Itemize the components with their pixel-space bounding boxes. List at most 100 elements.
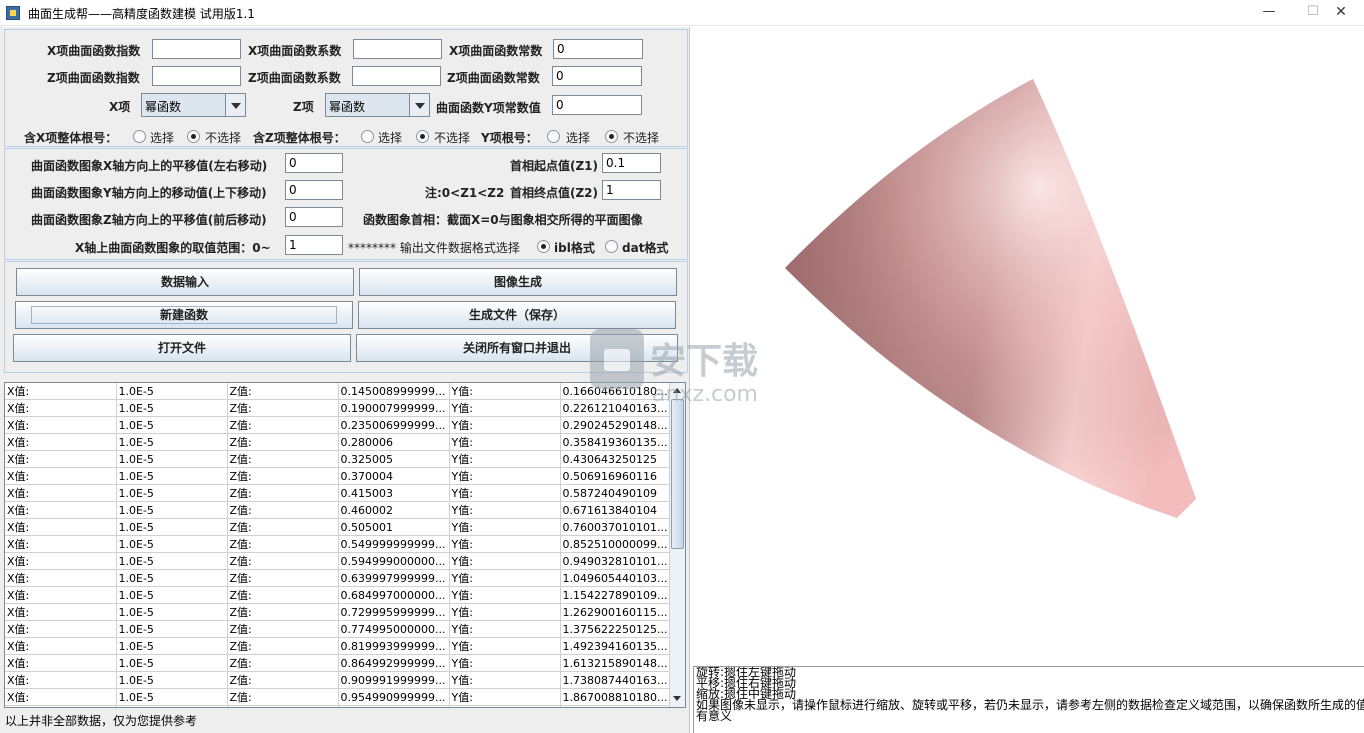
x-item-select[interactable]: 幂函数 [141, 93, 246, 117]
new-function-button[interactable]: 新建函数 [15, 301, 353, 329]
z-root-unselect-radio[interactable] [416, 130, 429, 143]
table-cell: X值: [5, 603, 117, 621]
z2-input[interactable]: 1 [602, 180, 661, 200]
format-dat-radio[interactable] [605, 240, 618, 253]
z-coef-input[interactable] [352, 66, 441, 86]
z-root-unselect-label: 不选择 [434, 131, 471, 145]
scroll-thumb[interactable] [671, 399, 684, 549]
data-input-button[interactable]: 数据输入 [16, 268, 354, 296]
z-root-select-radio[interactable] [361, 130, 374, 143]
chevron-down-icon[interactable] [225, 94, 245, 116]
table-cell: 1.154227890109... [560, 586, 672, 604]
table-row[interactable]: X值: 1.0E-5 Z值: 0.864992999999... Y值: 1.613215… [5, 654, 672, 672]
close-button[interactable]: ✕ [1318, 0, 1364, 26]
z-item-select[interactable]: 幂函数 [325, 93, 430, 117]
table-cell: Z值: [227, 484, 339, 502]
table-row[interactable]: X值: 1.0E-5 Z值: 0.280006 Y值: 0.358419360135... [5, 433, 672, 451]
table-cell: Z值: [227, 603, 339, 621]
y-shift-label: 曲面函数图象Y轴方向上的移动值(上下移动) [31, 186, 267, 200]
format-label: ******** 输出文件数据格式选择 [348, 241, 520, 255]
table-cell: Y值: [449, 535, 561, 553]
table-row[interactable]: X值: 1.0E-5 Z值: 0.774995000000... Y值: 1.375622… [5, 620, 672, 638]
table-cell: Z值: [227, 399, 339, 417]
table-scrollbar[interactable] [669, 383, 685, 707]
z-shift-input[interactable]: 0 [285, 207, 343, 227]
table-row[interactable]: X值: 1.0E-5 Z值: 0.819993999999... Y值: 1.492394… [5, 637, 672, 655]
table-cell: X值: [5, 433, 117, 451]
watermark-sub: anxz.com [652, 382, 758, 405]
table-row[interactable]: X值: 1.0E-5 Z值: 0.639997999999... Y值: 1.049605… [5, 569, 672, 587]
table-cell: 1.0E-5 [116, 620, 228, 638]
table-row[interactable]: X值: 1.0E-5 Z值: 0.190007999999... Y值: 0.226121… [5, 399, 672, 417]
table-cell: 0.864992999999... [338, 654, 450, 672]
table-row[interactable]: X值: 1.0E-5 Z值: 0.909991999999... Y值: 1.738087… [5, 671, 672, 689]
table-cell: 0.639997999999... [338, 569, 450, 587]
table-row[interactable]: X值: 1.0E-5 Z值: 0.594999000000... Y值: 0.949032… [5, 552, 672, 570]
table-cell: 1.738087440163... [560, 671, 672, 689]
table-row[interactable]: X值: 1.0E-5 Z值: 0.145008999999... Y值: 0.166046… [5, 383, 672, 400]
table-cell: X值: [5, 467, 117, 485]
z-item-value: 幂函数 [329, 100, 366, 114]
table-row[interactable]: X值: 1.0E-5 Z值: 0.460002 Y值: 0.671613840104 [5, 501, 672, 519]
table-cell: Z值: [227, 416, 339, 434]
table-cell: 0.190007999999... [338, 399, 450, 417]
table-cell: 1.049605440103... [560, 569, 672, 587]
format-ibl-radio[interactable] [537, 240, 550, 253]
y-root-unselect-radio[interactable] [605, 130, 618, 143]
z1-label: 首相起点值(Z1) [510, 159, 599, 173]
table-footnote: 以上并非全部数据，仅为您提供参考 [5, 714, 198, 728]
generate-image-label: 图像生成 [493, 275, 542, 289]
x-root-unselect-label: 不选择 [205, 131, 242, 145]
x-shift-input[interactable]: 0 [285, 153, 343, 173]
table-row[interactable]: X值: 1.0E-5 Z值: 0.325005 Y值: 0.430643250125 [5, 450, 672, 468]
data-table[interactable]: X值: 1.0E-5 Z值: 0.145008999999... Y值: 0.166046… [4, 382, 686, 708]
table-row[interactable]: X值: 1.0E-5 Z值: 0.505001 Y值: 0.760037010101... [5, 518, 672, 536]
table-cell: Y值: [449, 518, 561, 536]
app-icon [6, 6, 20, 20]
title-bar: 曲面生成帮——高精度函数建模 试用版1.1 — ☐ ✕ [0, 0, 1364, 26]
generate-image-button[interactable]: 图像生成 [359, 268, 677, 296]
z1-input[interactable]: 0.1 [602, 153, 661, 173]
x-root-select-radio[interactable] [133, 130, 146, 143]
watermark-lock-icon [604, 349, 630, 371]
data-table-body: X值: 1.0E-5 Z值: 0.145008999999... Y值: 0.166046… [5, 383, 672, 707]
table-row[interactable]: X值: 1.0E-5 Z值: 0.729995999999... Y值: 1.262900… [5, 603, 672, 621]
table-row[interactable]: X值: 1.0E-5 Z值: 0.684997000000... Y值: 1.154227… [5, 586, 672, 604]
table-cell: Y值: [449, 484, 561, 502]
z-const-input[interactable]: 0 [552, 66, 642, 86]
table-cell: X值: [5, 620, 117, 638]
surface-highlight [785, 79, 1196, 518]
x-shift-label: 曲面函数图象X轴方向上的平移值(左右移动) [31, 159, 268, 173]
hint-warning: 如果图像未显示，请操作鼠标进行缩放、旋转或平移，若仍未显示，请参考左侧的数据检查… [696, 698, 1364, 712]
scroll-down-icon[interactable] [671, 692, 684, 705]
y-const-input[interactable]: 0 [552, 95, 642, 115]
open-file-button[interactable]: 打开文件 [13, 334, 351, 362]
z-shift-label: 曲面函数图象Z轴方向上的平移值(前后移动) [31, 213, 267, 227]
x-root-unselect-radio[interactable] [187, 130, 200, 143]
table-cell: 1.0E-5 [116, 416, 228, 434]
chevron-down-icon[interactable] [409, 94, 429, 116]
range-input[interactable]: 1 [285, 235, 343, 255]
x-coef-input[interactable] [353, 39, 442, 59]
z-item-label: Z项 [293, 100, 314, 114]
table-row[interactable]: X值:1.0E-5Z值:0.999989999999...Y值:1.999980… [5, 705, 672, 707]
table-cell: Y值: [449, 688, 561, 706]
minimize-button[interactable]: — [1246, 0, 1292, 26]
z-note: 注:0<Z1<Z2 [425, 186, 505, 200]
first-phase-desc: 函数图象首相：截面X=0与图象相交所得的平面图像 [363, 213, 643, 227]
hint-console[interactable]: 旋转:摁住左键拖动 平移:摁住右键拖动 缩放:摁住中键拖动 如果图像未显示，请操… [693, 666, 1364, 733]
y-shift-input[interactable]: 0 [285, 180, 343, 200]
table-row[interactable]: X值: 1.0E-5 Z值: 0.549999999999... Y值: 0.852510… [5, 535, 672, 553]
x-const-input[interactable]: 0 [553, 39, 643, 59]
table-cell: 0.290245290148... [560, 416, 672, 434]
y-root-select-radio[interactable] [547, 130, 560, 143]
z-exp-input[interactable] [152, 66, 241, 86]
table-row[interactable]: X值: 1.0E-5 Z值: 0.235006999999... Y值: 0.290245… [5, 416, 672, 434]
table-cell: X值: [5, 637, 117, 655]
table-cell: 1.0E-5 [116, 569, 228, 587]
table-cell: 0.909991999999... [338, 671, 450, 689]
table-row[interactable]: X值: 1.0E-5 Z值: 0.415003 Y值: 0.587240490109 [5, 484, 672, 502]
table-row[interactable]: X值: 1.0E-5 Z值: 0.370004 Y值: 0.506916960116 [5, 467, 672, 485]
table-row[interactable]: X值: 1.0E-5 Z值: 0.954990999999... Y值: 1.867008… [5, 688, 672, 706]
x-exp-input[interactable] [152, 39, 241, 59]
